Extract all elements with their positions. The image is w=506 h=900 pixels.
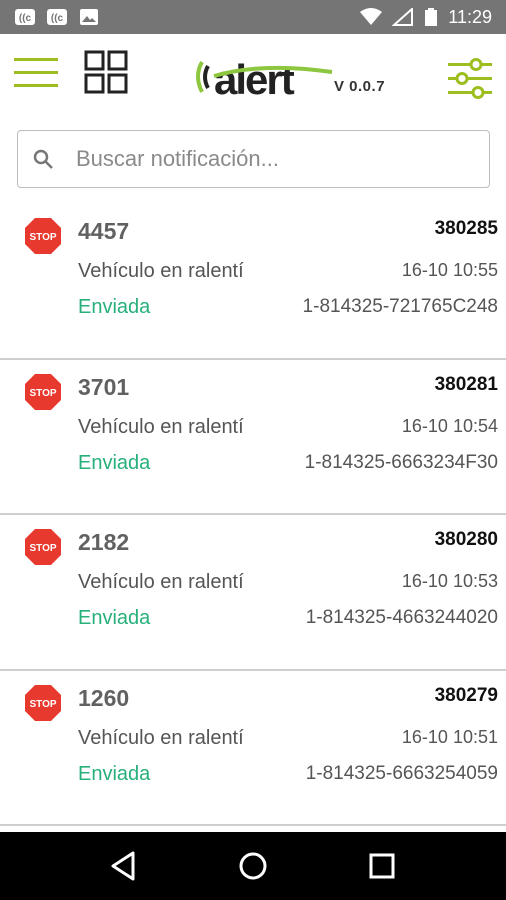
notification-time: 16-10 10:53 bbox=[401, 571, 498, 591]
filter-icon[interactable] bbox=[446, 56, 494, 100]
svg-text:((c: ((c bbox=[51, 13, 64, 24]
svg-text:STOP: STOP bbox=[29, 232, 56, 243]
cast-icon: ((c bbox=[47, 9, 67, 25]
status-label: Enviada bbox=[78, 451, 151, 474]
svg-text:alert: alert bbox=[214, 56, 295, 103]
notification-list: STOP 4457 380285 Vehículo en ralentí 16-… bbox=[0, 204, 506, 826]
status-bar: ((c ((c 11:29 bbox=[0, 0, 506, 34]
reference-code: 1-814325-6663254059 bbox=[305, 762, 498, 784]
vehicle-code: 1260 bbox=[78, 684, 130, 711]
search-input[interactable] bbox=[76, 131, 489, 187]
home-icon[interactable] bbox=[236, 849, 270, 883]
notification-id: 380281 bbox=[434, 373, 498, 395]
navigation-bar bbox=[0, 832, 506, 900]
reference-code: 1-814325-4663244020 bbox=[305, 607, 498, 628]
grid-view-icon[interactable] bbox=[84, 50, 128, 94]
vehicle-code: 4457 bbox=[78, 218, 130, 244]
status-label: Enviada bbox=[78, 296, 151, 318]
wifi-icon bbox=[360, 8, 383, 25]
stop-icon: STOP bbox=[25, 373, 61, 410]
battery-icon bbox=[425, 8, 438, 26]
stop-icon: STOP bbox=[25, 529, 61, 565]
notification-description: Vehículo en ralentí bbox=[78, 260, 244, 282]
status-label: Enviada bbox=[78, 607, 151, 629]
notification-description: Vehículo en ralentí bbox=[78, 415, 244, 438]
reference-code: 1-814325-6663234F30 bbox=[304, 451, 498, 473]
list-item[interactable]: STOP 4457 380285 Vehículo en ralentí 16-… bbox=[0, 204, 506, 360]
app-header: alert V 0.0.7 bbox=[0, 34, 506, 118]
svg-text:STOP: STOP bbox=[29, 699, 56, 710]
menu-icon[interactable] bbox=[14, 56, 58, 90]
vehicle-code: 2182 bbox=[78, 529, 130, 555]
list-item[interactable]: STOP 2182 380280 Vehículo en ralentí 16-… bbox=[0, 515, 506, 671]
svg-text:((c: ((c bbox=[19, 13, 32, 24]
notification-id: 380279 bbox=[434, 684, 498, 706]
notification-time: 16-10 10:55 bbox=[401, 260, 498, 280]
recents-icon[interactable] bbox=[365, 849, 399, 883]
status-label: Enviada bbox=[78, 762, 151, 785]
svg-text:STOP: STOP bbox=[29, 388, 56, 399]
version-label: V 0.0.7 bbox=[334, 78, 386, 95]
notification-id: 380285 bbox=[434, 218, 498, 239]
alert-logo: alert bbox=[196, 56, 333, 103]
notification-time: 16-10 10:54 bbox=[401, 415, 498, 436]
list-item[interactable]: STOP 1260 380279 Vehículo en ralentí 16-… bbox=[0, 671, 506, 826]
signal-icon bbox=[392, 8, 414, 26]
list-item[interactable]: STOP 3701 380281 Vehículo en ralentí 16-… bbox=[0, 360, 506, 515]
back-icon[interactable] bbox=[107, 849, 141, 883]
notification-description: Vehículo en ralentí bbox=[78, 726, 244, 749]
stop-icon: STOP bbox=[25, 218, 61, 254]
notification-time: 16-10 10:51 bbox=[401, 726, 498, 747]
clock: 11:29 bbox=[448, 6, 492, 27]
search-icon bbox=[33, 149, 53, 169]
cast-icon: ((c bbox=[15, 9, 35, 25]
reference-code: 1-814325-721765C248 bbox=[302, 296, 498, 317]
image-icon bbox=[80, 9, 98, 25]
search-box[interactable] bbox=[17, 130, 490, 188]
notification-id: 380280 bbox=[434, 529, 498, 550]
notification-description: Vehículo en ralentí bbox=[78, 571, 244, 593]
svg-text:STOP: STOP bbox=[29, 543, 56, 554]
stop-icon: STOP bbox=[25, 684, 61, 721]
vehicle-code: 3701 bbox=[78, 373, 130, 400]
